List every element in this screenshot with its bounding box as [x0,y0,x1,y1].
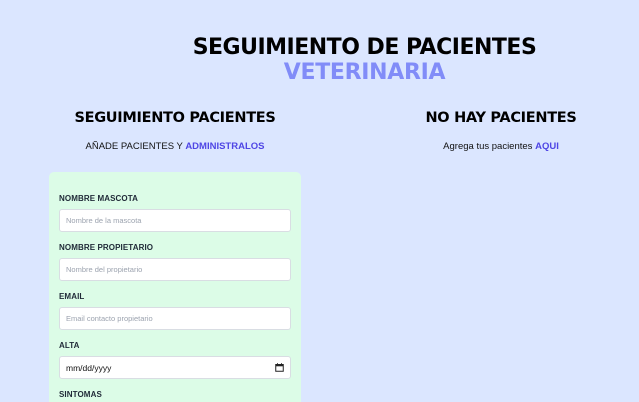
discharge-date-value: mm/dd/yyyy [66,362,112,373]
list-subtitle-accent: AQUI [535,141,559,152]
owner-name-label: NOMBRE PROPIETARIO [59,243,154,252]
pet-name-label: NOMBRE MASCOTA [59,194,139,203]
email-field: EMAIL [59,292,291,330]
owner-name-input[interactable] [59,258,291,281]
patient-list-header: NO HAY PACIENTES Agrega tus pacientes AQ… [363,108,639,154]
patient-form-header: SEGUIMIENTO PACIENTES AÑADE PACIENTES Y … [49,108,301,154]
form-section-subtitle: AÑADE PACIENTES Y ADMINISTRALOS [49,140,301,154]
pet-name-input[interactable] [59,209,291,232]
page: SEGUIMIENTO DE PACIENTES VETERINARIA SEG… [0,0,639,402]
email-input[interactable] [59,307,291,330]
calendar-icon[interactable] [275,363,284,372]
symptoms-field: SINTOMAS [59,390,291,400]
patient-form: NOMBRE MASCOTA NOMBRE PROPIETARIO EMAIL … [49,172,301,402]
discharge-date-label: ALTA [59,341,80,350]
page-subtitle: VETERINARIA [283,60,446,85]
form-subtitle-text: AÑADE PACIENTES Y [85,141,186,152]
form-section-title: SEGUIMIENTO PACIENTES [74,110,276,126]
email-label: EMAIL [59,292,85,301]
owner-name-field: NOMBRE PROPIETARIO [59,243,291,281]
form-subtitle-accent: ADMINISTRALOS [185,141,265,152]
discharge-date-field: ALTA mm/dd/yyyy [59,341,291,379]
list-subtitle-text: Agrega tus pacientes [443,141,536,152]
pet-name-field: NOMBRE MASCOTA [59,194,291,232]
page-title: SEGUIMIENTO DE PACIENTES [192,35,537,60]
symptoms-label: SINTOMAS [59,390,102,399]
list-section-title: NO HAY PACIENTES [425,110,577,126]
list-section-subtitle: Agrega tus pacientes AQUI [363,140,639,154]
discharge-date-input[interactable]: mm/dd/yyyy [59,356,291,379]
